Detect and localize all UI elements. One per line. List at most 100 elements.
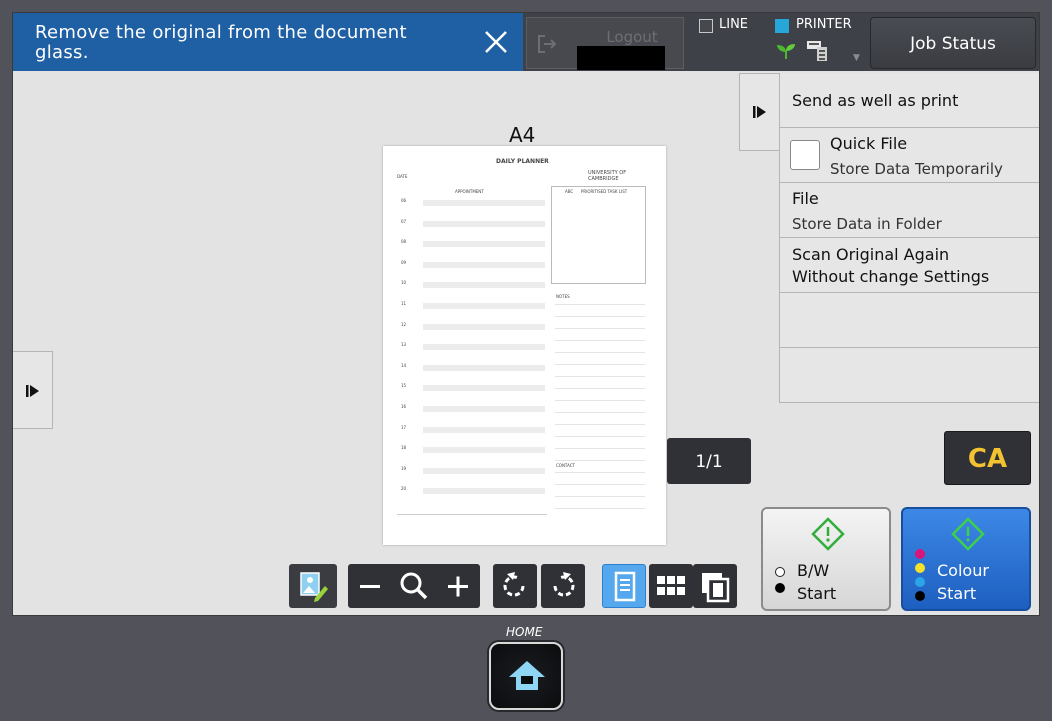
bw-label: B/W Start: [797, 559, 836, 605]
doc-hour-line: [423, 447, 545, 454]
page-counter: 1/1: [667, 438, 751, 484]
colour-line2: Start: [937, 584, 977, 603]
zoom-out-icon[interactable]: [348, 564, 392, 608]
send-as-well-label: Send as well as print: [792, 91, 959, 110]
doc-hour-line: [423, 406, 545, 412]
doc-task-table: [551, 186, 646, 284]
doc-notes-line: [555, 508, 645, 509]
grid-view-icon: [657, 576, 685, 595]
doc-notes-line: [555, 388, 645, 389]
doc-hour-line: [423, 385, 545, 392]
doc-hour-label: 10: [401, 280, 407, 286]
single-page-view-button[interactable]: [602, 564, 646, 608]
zoom-search-icon[interactable]: [392, 564, 436, 608]
document-preview[interactable]: DAILY PLANNER DATE UNIVERSITY OF CAMBRID…: [383, 146, 666, 545]
logout-icon: [538, 35, 557, 53]
quick-file-sub: Store Data Temporarily: [830, 160, 1003, 178]
bw-black-dot-icon: [775, 583, 785, 593]
zoom-group: [348, 564, 480, 608]
top-bar: Remove the original from the document gl…: [13, 13, 1039, 71]
left-panel-toggle[interactable]: [13, 351, 53, 429]
doc-notes: NOTES: [556, 294, 570, 299]
doc-hour-line: [423, 220, 545, 227]
doc-hour-label: 19: [401, 465, 407, 471]
logout-label: Logout: [606, 28, 658, 46]
home-icon: [509, 661, 545, 690]
doc-hour-label: 07: [401, 218, 407, 224]
chevron-down-icon[interactable]: ▼: [853, 53, 860, 63]
user-name-redacted: [577, 46, 665, 70]
file-sub: Store Data in Folder: [792, 215, 942, 233]
action-panel: Send as well as print Quick File Store D…: [779, 73, 1039, 403]
doc-hour-line: [423, 323, 545, 330]
rotate-right-icon: [553, 572, 575, 597]
doc-hour-label: 08: [401, 239, 407, 245]
scan-again-item[interactable]: Scan Original Again Without change Setti…: [780, 238, 1039, 293]
doc-notes-line: [555, 340, 645, 341]
start-diamond-icon: [951, 517, 985, 551]
doc-hour-label: 06: [401, 198, 407, 203]
bw-start-button[interactable]: B/W Start: [761, 507, 891, 611]
doc-notes-line: [555, 328, 645, 329]
doc-notes-line: [555, 376, 645, 377]
doc-hour-label: 11: [401, 301, 407, 306]
scan-again-label: Scan Original Again: [792, 245, 950, 264]
grid-view-button[interactable]: [649, 564, 693, 608]
bw-line1: B/W: [797, 561, 830, 580]
doc-hour-line: [423, 241, 545, 248]
doc-org: UNIVERSITY OF CAMBRIDGE: [588, 170, 627, 182]
panel-collapse-button[interactable]: [739, 73, 780, 151]
rotate-right-button[interactable]: [541, 564, 585, 608]
close-icon[interactable]: [481, 27, 511, 57]
multi-page-view-button[interactable]: [693, 564, 737, 608]
doc-notes-line: [555, 472, 645, 473]
start-diamond-icon: [811, 517, 845, 551]
colour-start-button[interactable]: Colour Start: [901, 507, 1031, 611]
doc-notes-line: [555, 484, 645, 485]
message-text: Remove the original from the document gl…: [35, 22, 407, 63]
clear-all-button[interactable]: CA: [944, 431, 1031, 485]
doc-hour-label: 14: [401, 362, 407, 368]
zoom-in-icon[interactable]: [436, 564, 480, 608]
doc-notes-line: [555, 304, 645, 305]
doc-notes-line: [555, 412, 645, 413]
doc-hour-label: 13: [401, 342, 407, 348]
cyan-dot-icon: [915, 577, 925, 587]
bw-line2: Start: [797, 584, 837, 603]
file-item[interactable]: File Store Data in Folder: [780, 183, 1039, 238]
rotate-left-icon: [503, 572, 525, 597]
expand-arrow-icon: [26, 385, 39, 397]
edit-image-button[interactable]: [289, 564, 337, 608]
paper-size-label: A4: [509, 123, 536, 147]
doc-notes-line: [555, 316, 645, 317]
empty-slot-2: [780, 348, 1039, 403]
doc-hour-label: 09: [401, 259, 407, 265]
doc-hour-label: 12: [401, 321, 407, 327]
doc-notes-line: [555, 436, 645, 437]
home-label: HOME: [506, 625, 543, 639]
printer-status-icon[interactable]: [805, 37, 831, 63]
black-dot-icon: [915, 591, 925, 601]
quick-file-item[interactable]: Quick File Store Data Temporarily: [780, 128, 1039, 183]
send-as-well-as-print-item[interactable]: Send as well as print: [780, 73, 1039, 128]
quick-file-checkbox[interactable]: [790, 140, 820, 170]
doc-hour-line: [423, 261, 545, 268]
doc-hour-line: [423, 488, 545, 495]
logout-button[interactable]: Logout: [526, 17, 684, 70]
doc-col-appointment: APPOINTMENT: [455, 189, 484, 194]
doc-hour-line: [423, 426, 545, 433]
doc-contact: CONTACT: [556, 463, 575, 468]
single-page-icon: [614, 571, 636, 602]
home-button[interactable]: [489, 642, 563, 710]
doc-hour-line: [423, 282, 545, 289]
empty-slot-1: [780, 293, 1039, 348]
device-frame: Remove the original from the document gl…: [0, 0, 1052, 721]
rotate-left-button[interactable]: [493, 564, 537, 608]
doc-hour-line: [423, 200, 545, 206]
job-status-button[interactable]: Job Status: [870, 17, 1036, 69]
doc-hour-line: [423, 467, 545, 474]
doc-hour-label: 15: [401, 383, 407, 389]
colour-line1: Colour: [937, 561, 989, 580]
touch-screen: Remove the original from the document gl…: [12, 12, 1040, 616]
doc-notes-line: [555, 424, 645, 425]
